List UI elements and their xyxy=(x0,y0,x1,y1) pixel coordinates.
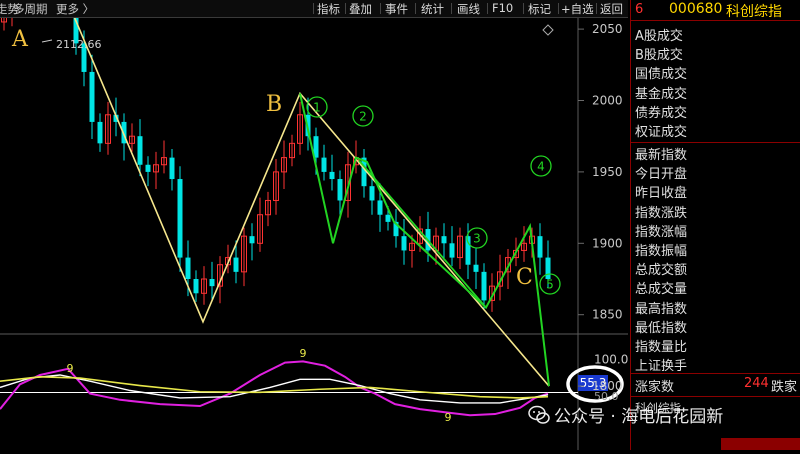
candles-group xyxy=(1,0,551,312)
chart-toolbar: 走势 多周期 更多 〉 指标 叠加 事件 统计 画线 F10 标记 +自选 返回 xyxy=(0,0,628,18)
multi-period-tab[interactable]: 多周期 xyxy=(13,1,48,17)
high-marker-arrow xyxy=(41,39,53,43)
diamond-icon[interactable] xyxy=(542,24,554,36)
index-stat-row: 指数涨跌 xyxy=(635,205,688,221)
quote-header: 6 000680 科创综指 xyxy=(631,0,800,21)
osc-tick-label: 100.0 xyxy=(594,353,628,367)
chart-area[interactable]: 100.099955.350.0 21002050200019501900185… xyxy=(0,0,628,454)
wave-marker-label: 3 xyxy=(473,232,481,246)
high-marker-label: 2112.66 xyxy=(56,38,102,51)
candle-body xyxy=(137,136,143,165)
toolbar-indicator-button[interactable]: 指标 xyxy=(317,1,340,17)
toolbar-event-button[interactable]: 事件 xyxy=(385,1,408,17)
candle-body xyxy=(369,186,375,201)
candle-body xyxy=(377,200,383,215)
turnover-row: 国债成交 xyxy=(635,67,688,83)
code-prefix: 6 xyxy=(635,2,644,17)
rise-count-label: 涨家数 xyxy=(635,380,675,395)
turnover-row: 债券成交 xyxy=(635,105,688,121)
fall-count-label: 跌家 xyxy=(771,380,798,395)
wave-channel-line xyxy=(358,159,487,309)
osc-peak-label: 9 xyxy=(445,411,452,424)
point-a-label: A xyxy=(11,27,29,52)
quote-panel: 6 000680 科创综指 A股成交 B股成交国债成交基金成交债券成交权证成交 最… xyxy=(630,0,800,450)
index-stat-row: 昨日收盘 xyxy=(635,186,688,202)
osc-peak-label: 9 xyxy=(67,362,74,375)
y-tick-label: 1800 xyxy=(592,379,623,393)
candle-body xyxy=(537,236,543,258)
y-tick-label: 1900 xyxy=(592,236,623,250)
index-stat-row: 最高指数 xyxy=(635,301,688,317)
index-stat-row: 指数涨幅 xyxy=(635,224,688,240)
turnover-row: B股成交 xyxy=(635,48,683,64)
wechat-watermark: 公众号 · 海电后花园新 xyxy=(528,402,723,432)
candle-body xyxy=(465,236,471,265)
y-tick-label: 1950 xyxy=(592,165,623,179)
trend-lines-group xyxy=(66,0,550,387)
index-stat-row: 指数振幅 xyxy=(635,244,688,259)
candle-body xyxy=(337,179,343,201)
candle-body xyxy=(441,236,447,244)
osc-peak-label: 9 xyxy=(300,347,307,360)
candle-body xyxy=(401,236,407,251)
candle-body xyxy=(145,164,151,172)
toolbar-stats-button[interactable]: 统计 xyxy=(421,1,444,17)
osc-line-magenta xyxy=(0,360,549,417)
y-tick-label: 2000 xyxy=(592,94,623,108)
candle-body xyxy=(385,214,391,222)
toolbar-draw-button[interactable]: 画线 xyxy=(457,1,480,17)
wave-marker-label: 4 xyxy=(537,160,545,174)
stock-code: 000680 xyxy=(669,1,723,17)
index-stat-row: 最低指数 xyxy=(635,320,688,336)
wave-marker-label: 1 xyxy=(313,101,321,115)
candle-body xyxy=(473,264,479,272)
candle-body xyxy=(233,257,239,272)
turnover-row: A股成交 xyxy=(635,29,683,44)
index-stat-row: 指数量比 xyxy=(635,340,688,355)
candle-body xyxy=(329,171,335,180)
candle-body xyxy=(169,157,175,180)
candle-body xyxy=(177,179,183,258)
candle-body xyxy=(193,279,199,294)
index-stat-row: 今日开盘 xyxy=(635,167,688,183)
candle-body xyxy=(97,121,103,144)
wechat-icon xyxy=(528,405,550,424)
watermark-text: 公众号 · 海电后花园新 xyxy=(554,407,724,427)
toolbar-add-watchlist-button[interactable]: +自选 xyxy=(561,1,594,17)
stock-name: 科创综指 xyxy=(726,4,782,20)
candle-body xyxy=(481,271,487,301)
toolbar-mark-button[interactable]: 标记 xyxy=(528,1,551,17)
index-stat-row: 上证换手 xyxy=(635,359,688,375)
candlestick-chart[interactable]: 100.099955.350.0 21002050200019501900185… xyxy=(0,0,628,454)
candle-body xyxy=(449,243,455,258)
candle-body xyxy=(89,71,95,122)
point-c-label: C xyxy=(516,265,533,290)
chart-labels-group: A B C 2112.66 1 2 3 4 5 xyxy=(11,27,561,295)
point-b-label: B xyxy=(266,92,282,117)
turnover-row: 权证成交 xyxy=(635,125,688,140)
osc-line-white xyxy=(0,374,549,404)
toolbar-f10-button[interactable]: F10 xyxy=(492,1,513,15)
footer-tab[interactable] xyxy=(721,438,800,450)
index-stat-row: 总成交量 xyxy=(635,282,688,298)
wave-marker-label: 5 xyxy=(546,278,554,292)
turnover-row: 基金成交 xyxy=(635,86,688,102)
wave-marker-label: 2 xyxy=(359,110,367,124)
candle-body xyxy=(185,257,191,279)
y-tick-label: 1850 xyxy=(592,308,623,322)
rise-count-value: 244 xyxy=(744,376,769,391)
toolbar-back-button[interactable]: 返回 xyxy=(600,1,623,17)
candle-body xyxy=(209,279,215,287)
more-menu[interactable]: 更多 〉 xyxy=(56,1,94,17)
abc-trend-line xyxy=(66,0,550,387)
index-stat-row: 总成交额 xyxy=(635,263,688,279)
toolbar-overlay-button[interactable]: 叠加 xyxy=(349,1,372,17)
candle-body xyxy=(249,236,255,244)
y-tick-label: 2050 xyxy=(592,22,623,36)
candle-body xyxy=(545,257,551,279)
candle-body xyxy=(321,157,327,172)
index-stat-row: 最新指数 xyxy=(635,148,688,163)
